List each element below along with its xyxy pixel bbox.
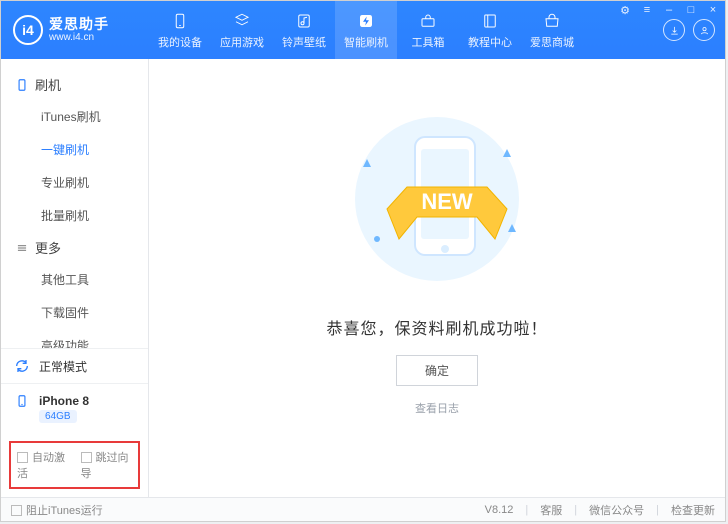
block-itunes-checkbox[interactable]: 阻止iTunes运行 (11, 502, 103, 518)
shop-icon (542, 11, 562, 31)
auto-activate-checkbox[interactable]: 自动激活 (17, 449, 69, 481)
sidebar-item[interactable]: 高级功能 (1, 329, 148, 348)
music-icon (294, 11, 314, 31)
success-illustration: NEW (337, 109, 537, 289)
storage-badge: 64GB (39, 410, 77, 423)
wechat-link[interactable]: 微信公众号 (589, 502, 644, 518)
flash-options: 自动激活 跳过向导 (9, 441, 140, 489)
nav-label: 教程中心 (468, 34, 512, 50)
sidebar-item[interactable]: 下载固件 (1, 296, 148, 329)
nav-label: 爱思商城 (530, 34, 574, 50)
sidebar: 刷机 iTunes刷机一键刷机专业刷机批量刷机更多其他工具下载固件高级功能 正常模… (1, 59, 149, 497)
sidebar-item[interactable]: 一键刷机 (1, 133, 148, 166)
view-log-link[interactable]: 查看日志 (415, 400, 459, 416)
refresh-icon (13, 357, 31, 375)
nav-label: 智能刷机 (344, 34, 388, 50)
nav-flash[interactable]: 智能刷机 (335, 1, 397, 59)
brand: i4 爱思助手 www.i4.cn (1, 1, 149, 59)
user-button[interactable] (693, 19, 715, 41)
nav-music[interactable]: 铃声壁纸 (273, 1, 335, 59)
settings-icon[interactable]: ⚙ (618, 4, 632, 17)
app-header: ⚙ ≡ – □ × i4 爱思助手 www.i4.cn 我的设备 应用游戏 铃声壁纸… (1, 1, 725, 59)
sidebar-item[interactable]: 专业刷机 (1, 166, 148, 199)
minimize-button[interactable]: – (662, 4, 676, 17)
brand-title: 爱思助手 (49, 17, 109, 32)
sidebar-item[interactable]: 其他工具 (1, 263, 148, 296)
close-button[interactable]: × (706, 4, 720, 17)
nav-apps[interactable]: 应用游戏 (211, 1, 273, 59)
apps-icon (232, 11, 252, 31)
brand-logo-icon: i4 (13, 15, 43, 45)
sidebar-bottom: 正常模式 iPhone 8 64GB 自动激活 跳过向导 (1, 348, 148, 497)
more-icon (15, 241, 29, 255)
phone-icon (13, 392, 31, 410)
top-nav: 我的设备 应用游戏 铃声壁纸 智能刷机 工具箱 教程中心 爱思商城 (149, 1, 605, 59)
group-title: 刷机 (35, 75, 61, 94)
brand-subtitle: www.i4.cn (49, 32, 109, 43)
phone-icon (170, 11, 190, 31)
nav-label: 铃声壁纸 (282, 34, 326, 50)
new-banner-text: NEW (421, 189, 473, 214)
sidebar-group-1[interactable]: 更多 (1, 232, 148, 263)
version-label: V8.12 (485, 504, 514, 516)
device-name: iPhone 8 (39, 394, 89, 408)
book-icon (480, 11, 500, 31)
sidebar-item[interactable]: iTunes刷机 (1, 100, 148, 133)
sidebar-item[interactable]: 批量刷机 (1, 199, 148, 232)
device-info[interactable]: iPhone 8 64GB (1, 384, 148, 437)
confirm-button[interactable]: 确定 (396, 355, 478, 386)
window-controls: ⚙ ≡ – □ × (618, 4, 720, 17)
menu-icon[interactable]: ≡ (640, 4, 654, 17)
success-message: 恭喜您，保资料刷机成功啦！ (326, 315, 547, 339)
status-bar: 阻止iTunes运行 V8.12 | 客服 | 微信公众号 | 检查更新 (1, 497, 725, 521)
nav-label: 工具箱 (412, 34, 445, 50)
maximize-button[interactable]: □ (684, 4, 698, 17)
flash-icon (356, 11, 376, 31)
group-title: 更多 (35, 238, 61, 257)
check-update-link[interactable]: 检查更新 (671, 502, 715, 518)
nav-toolbox[interactable]: 工具箱 (397, 1, 459, 59)
main-content: NEW 恭喜您，保资料刷机成功啦！ 确定 查看日志 (149, 59, 725, 497)
support-link[interactable]: 客服 (540, 502, 562, 518)
device-mode-label: 正常模式 (39, 358, 87, 375)
nav-label: 应用游戏 (220, 34, 264, 50)
nav-shop[interactable]: 爱思商城 (521, 1, 583, 59)
nav-phone[interactable]: 我的设备 (149, 1, 211, 59)
device-mode[interactable]: 正常模式 (1, 349, 148, 384)
nav-book[interactable]: 教程中心 (459, 1, 521, 59)
sidebar-group-0[interactable]: 刷机 (1, 69, 148, 100)
phone-outline-icon (15, 78, 29, 92)
nav-label: 我的设备 (158, 34, 202, 50)
download-button[interactable] (663, 19, 685, 41)
toolbox-icon (418, 11, 438, 31)
skip-guide-checkbox[interactable]: 跳过向导 (81, 449, 133, 481)
